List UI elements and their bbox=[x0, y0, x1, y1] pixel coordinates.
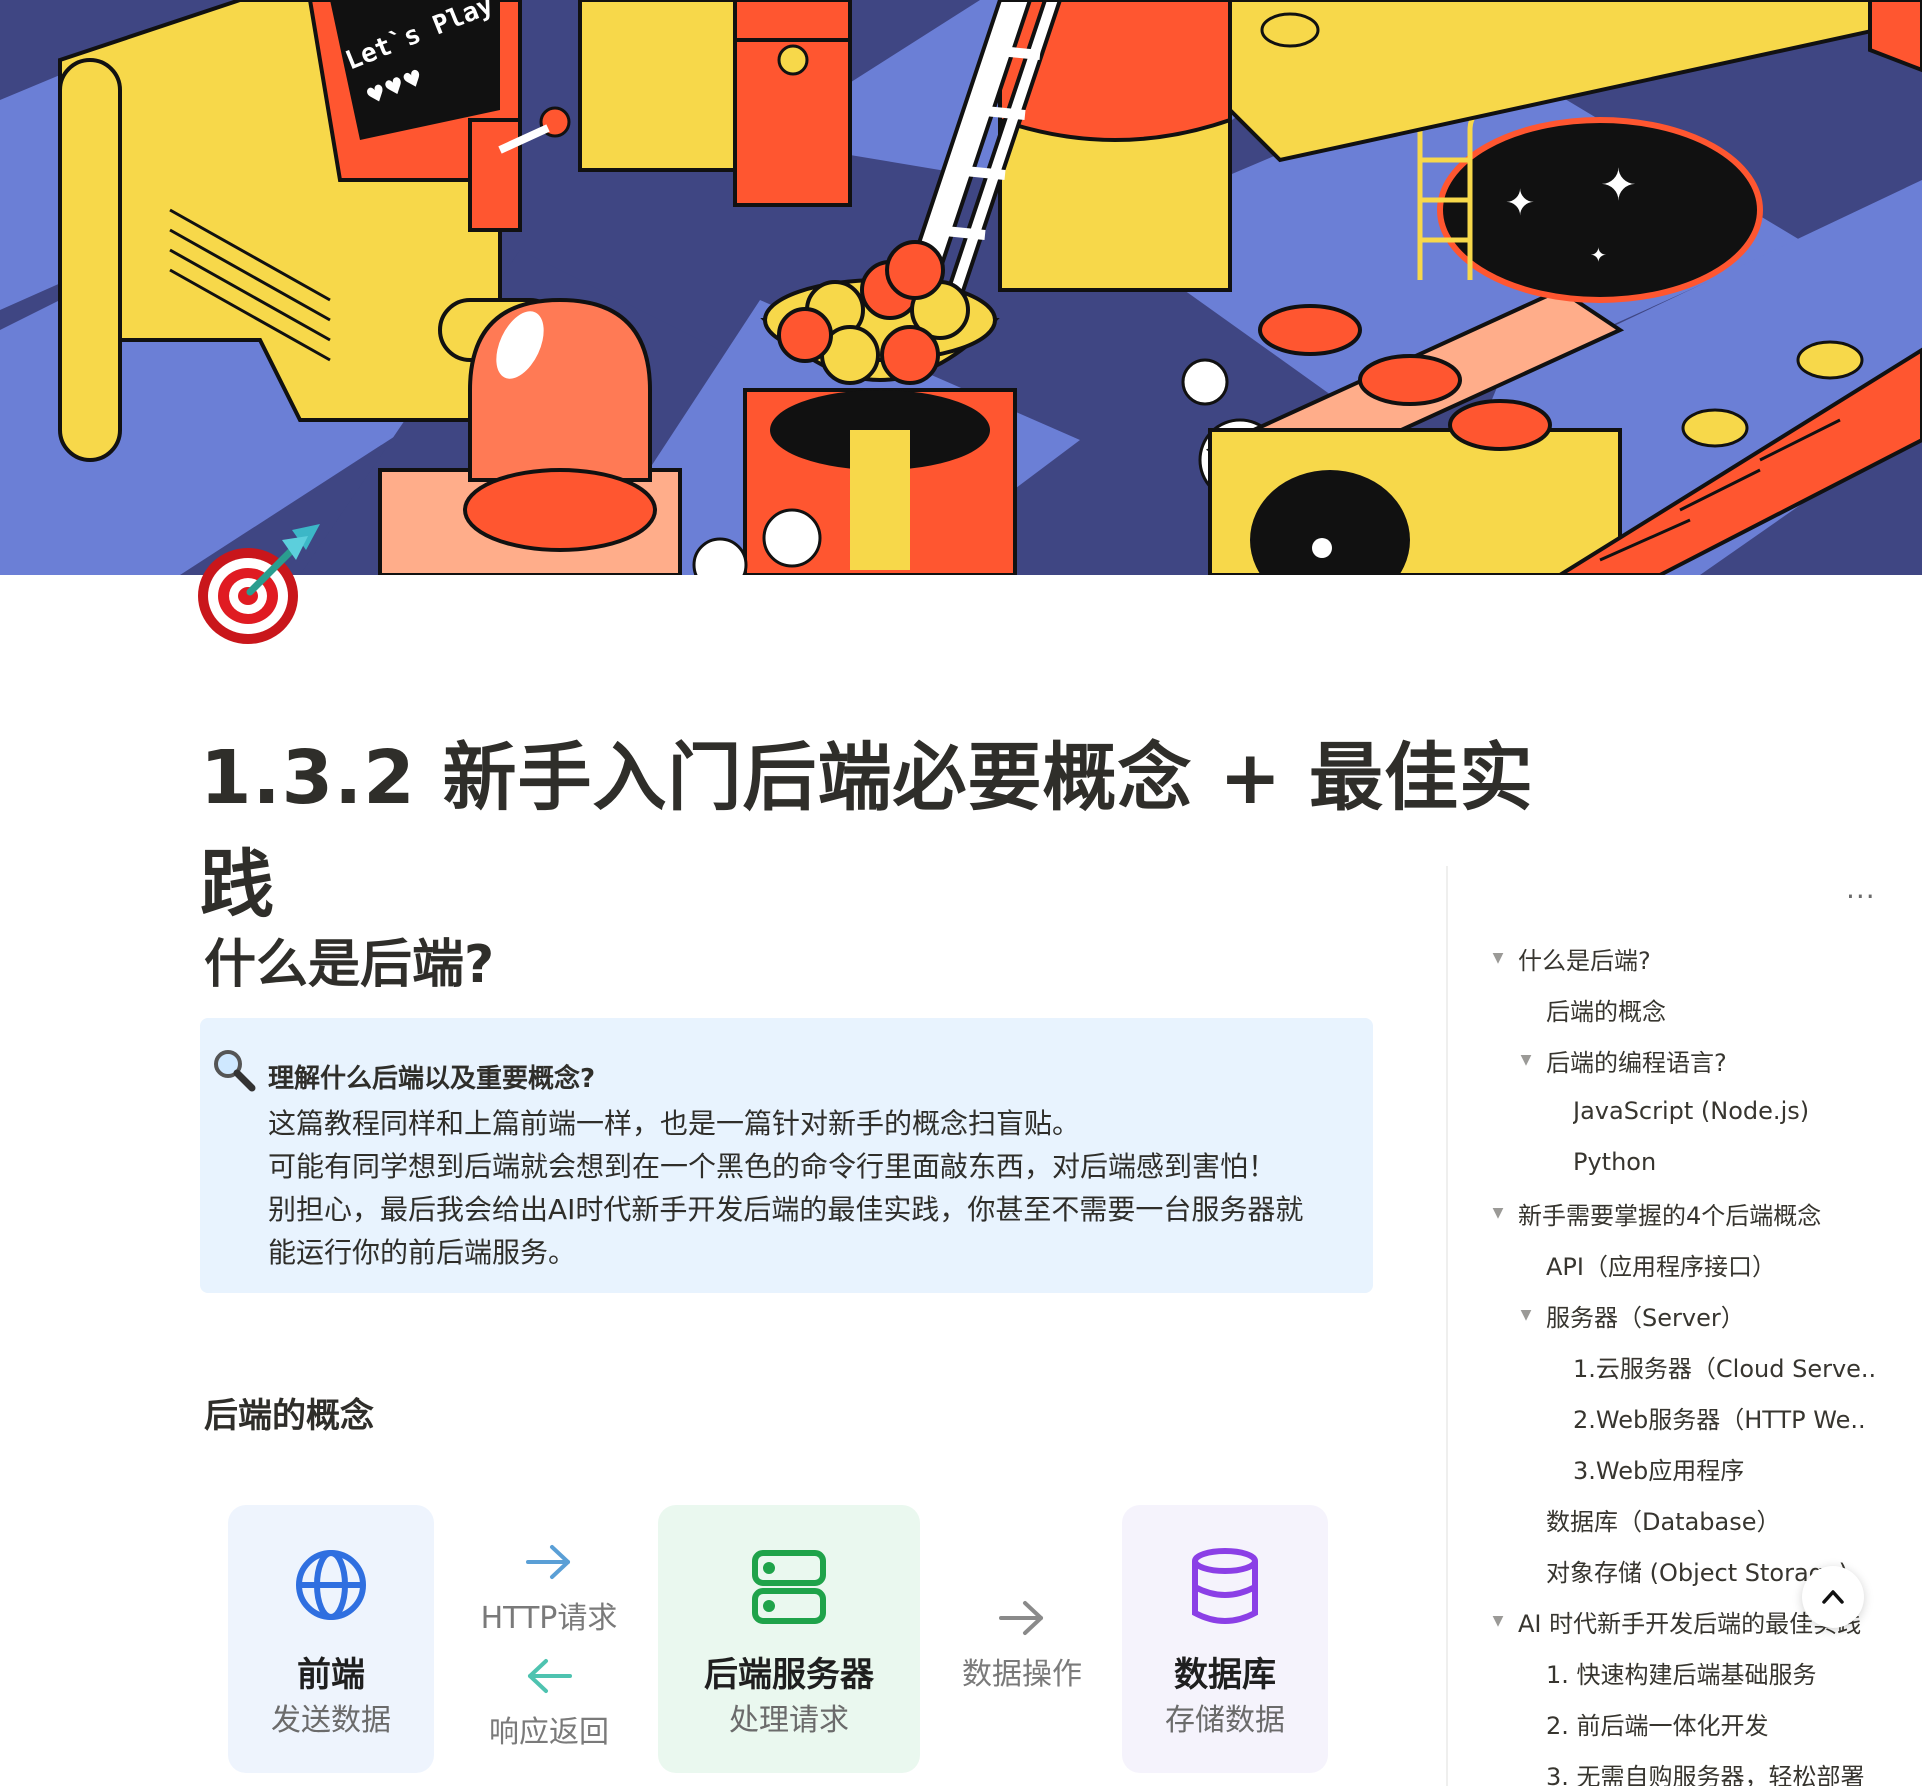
toc-item-label: 3. 无需自购服务器，轻松部署 bbox=[1546, 1762, 1865, 1786]
dart-target-icon[interactable] bbox=[196, 520, 326, 650]
magnifier-icon bbox=[212, 1048, 256, 1092]
toc-item[interactable]: ▼ 新手需要掌握的4个后端概念 bbox=[1478, 1193, 1822, 1233]
callout-line: 可能有同学想到后端就会想到在一个黑色的命令行里面敲东西，对后端感到害怕！ bbox=[268, 1150, 1277, 1183]
node-title: 前端 bbox=[297, 1655, 365, 1695]
connector-label: 数据操作 bbox=[962, 1657, 1082, 1692]
connector-http-request: HTTP请求 bbox=[454, 1539, 644, 1637]
toc-item-label: Python bbox=[1573, 1148, 1657, 1176]
toc-item-label: JavaScript (Node.js) bbox=[1573, 1097, 1810, 1125]
toc-item[interactable]: 3. 无需自购服务器，轻松部署 bbox=[1506, 1754, 1865, 1786]
callout-line: 别担心，最后我会给出AI时代新手开发后端的最佳实践，你甚至不需要一台服务器就 bbox=[268, 1193, 1304, 1226]
toc-item-label: 什么是后端? bbox=[1518, 946, 1651, 975]
connector-response: 响应返回 bbox=[454, 1653, 644, 1751]
toc-item-label: 1. 快速构建后端基础服务 bbox=[1546, 1660, 1817, 1689]
node-subtitle: 处理请求 bbox=[729, 1703, 849, 1738]
toggle-triangle-icon[interactable]: ▼ bbox=[1478, 1205, 1518, 1221]
toc-item[interactable]: JavaScript (Node.js) bbox=[1533, 1091, 1809, 1131]
node-subtitle: 存储数据 bbox=[1165, 1703, 1285, 1738]
callout-line: 这篇教程同样和上篇前端一样，也是一篇针对新手的概念扫盲贴。 bbox=[268, 1107, 1081, 1140]
toc-item-label: 服务器（Server） bbox=[1546, 1303, 1745, 1332]
heading-backend-concept[interactable]: 后端的概念 bbox=[204, 1388, 374, 1437]
toc-item[interactable]: 2.Web服务器（HTTP We.. bbox=[1533, 1397, 1898, 1437]
toc-item[interactable]: 1.云服务器（Cloud Serve.. bbox=[1533, 1346, 1898, 1386]
toc-item-label: 后端的概念 bbox=[1546, 997, 1666, 1026]
server-icon bbox=[749, 1547, 829, 1631]
callout-title: 理解什么后端以及重要概念? bbox=[268, 1064, 596, 1094]
page-title: 1.3.2 新手入门后端必要概念 + 最佳实践 bbox=[200, 735, 1534, 928]
arrow-right-icon bbox=[526, 1545, 570, 1579]
toc-item[interactable]: ▼ 什么是后端? bbox=[1478, 938, 1651, 978]
toc-item[interactable]: 1. 快速构建后端基础服务 bbox=[1506, 1652, 1817, 1692]
toc-item[interactable]: API（应用程序接口） bbox=[1506, 1244, 1776, 1284]
heading-what-is-backend[interactable]: 什么是后端? bbox=[204, 922, 494, 997]
toc-item-label: 数据库（Database） bbox=[1546, 1507, 1781, 1536]
toc-item[interactable]: ▼ 后端的编程语言? bbox=[1506, 1040, 1727, 1080]
diagram-node-database: 数据库 存储数据 bbox=[1122, 1505, 1328, 1773]
diagram-node-frontend: 前端 发送数据 bbox=[228, 1505, 434, 1773]
globe-icon bbox=[293, 1547, 369, 1627]
toggle-triangle-icon[interactable]: ▼ bbox=[1478, 1613, 1518, 1629]
toc-item[interactable]: Python bbox=[1533, 1142, 1656, 1182]
toggle-triangle-icon[interactable]: ▼ bbox=[1478, 950, 1518, 966]
svg-text:✦: ✦ bbox=[1505, 183, 1535, 224]
toc-item-label: 对象存储 (Object Storage) bbox=[1546, 1558, 1849, 1587]
connector-data-operation: 数据操作 bbox=[940, 1595, 1104, 1693]
toc-item[interactable]: 3.Web应用程序 bbox=[1533, 1448, 1744, 1488]
frontend-backend-database-diagram: 前端 发送数据 HTTP请求 响应返回 后端服务器 处理请求 数据操作 数据库 … bbox=[228, 1505, 1348, 1775]
arrow-left-icon bbox=[528, 1659, 572, 1693]
toc-item-label: 3.Web应用程序 bbox=[1573, 1456, 1745, 1485]
callout-body: 这篇教程同样和上篇前端一样，也是一篇针对新手的概念扫盲贴。 可能有同学想到后端就… bbox=[268, 1102, 1348, 1274]
toc-item-label: API（应用程序接口） bbox=[1546, 1252, 1776, 1281]
svg-text:✦: ✦ bbox=[1590, 243, 1607, 267]
chevron-up-icon bbox=[1822, 1590, 1844, 1604]
toc-item-label: 1.云服务器（Cloud Serve.. bbox=[1573, 1354, 1877, 1383]
connector-label: HTTP请求 bbox=[480, 1601, 618, 1636]
back-to-top-button[interactable] bbox=[1802, 1566, 1864, 1628]
toc-item[interactable]: ▼ 服务器（Server） bbox=[1506, 1295, 1745, 1335]
node-title: 后端服务器 bbox=[704, 1655, 874, 1695]
toc-divider bbox=[1446, 866, 1448, 1786]
toc-item[interactable]: 后端的概念 bbox=[1506, 989, 1666, 1029]
toc-item[interactable]: 2. 前后端一体化开发 bbox=[1506, 1703, 1769, 1743]
more-options-button[interactable]: ··· bbox=[1846, 880, 1876, 913]
node-title: 数据库 bbox=[1174, 1655, 1276, 1695]
connector-label: 响应返回 bbox=[489, 1715, 609, 1750]
database-icon bbox=[1189, 1547, 1261, 1631]
toggle-triangle-icon[interactable]: ▼ bbox=[1506, 1307, 1546, 1323]
callout-line: 能运行你的前后端服务。 bbox=[268, 1236, 577, 1269]
toc-item-label: 2. 前后端一体化开发 bbox=[1546, 1711, 1769, 1740]
toc-item[interactable]: 数据库（Database） bbox=[1506, 1499, 1781, 1539]
cover-image: Let`s Play ♥♥♥ ✦ ✦ ✦ bbox=[0, 0, 1922, 575]
node-subtitle: 发送数据 bbox=[271, 1703, 391, 1738]
toc-item-label: 新手需要掌握的4个后端概念 bbox=[1518, 1201, 1822, 1230]
toc-item-label: 后端的编程语言? bbox=[1546, 1048, 1727, 1077]
diagram-node-backend-server: 后端服务器 处理请求 bbox=[658, 1505, 920, 1773]
toggle-triangle-icon[interactable]: ▼ bbox=[1506, 1052, 1546, 1068]
toc-item-label: 2.Web服务器（HTTP We.. bbox=[1573, 1405, 1866, 1434]
arrow-right-icon bbox=[999, 1601, 1043, 1635]
svg-text:✦: ✦ bbox=[1600, 160, 1637, 211]
callout-block[interactable]: 理解什么后端以及重要概念? 这篇教程同样和上篇前端一样，也是一篇针对新手的概念扫… bbox=[200, 1018, 1373, 1293]
